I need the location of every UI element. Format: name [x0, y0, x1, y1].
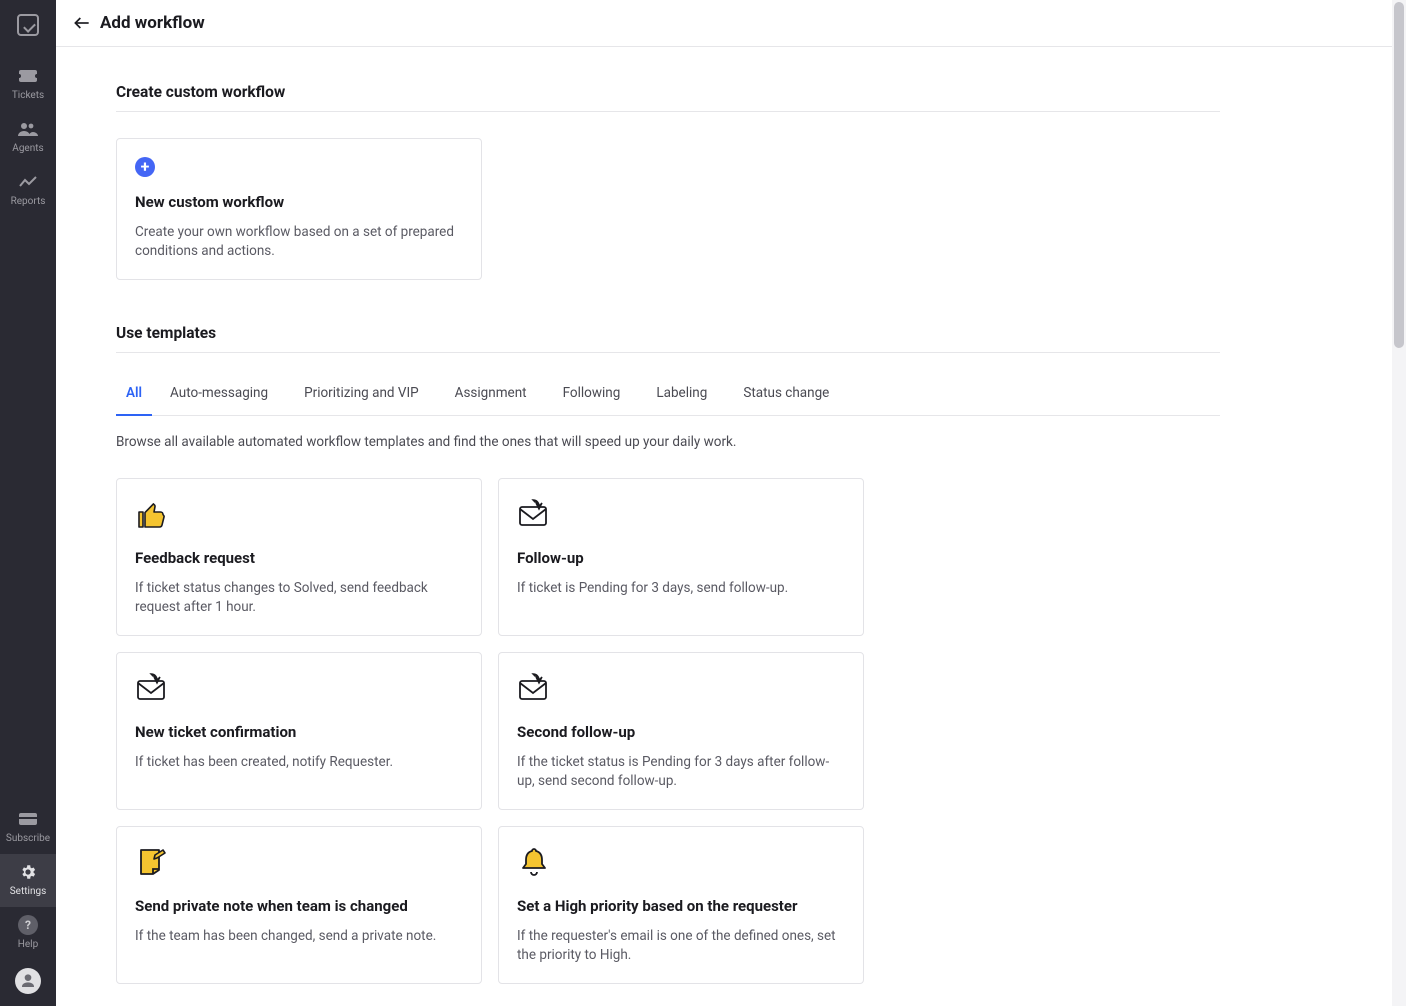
template-title: Set a High priority based on the request… — [517, 897, 845, 915]
user-avatar[interactable] — [15, 968, 41, 994]
sidebar-item-tickets[interactable]: Tickets — [0, 58, 56, 111]
help-icon: ? — [18, 915, 38, 935]
scrollbar-thumb[interactable] — [1394, 2, 1404, 348]
sidebar-item-label: Agents — [12, 143, 43, 154]
agents-icon — [18, 119, 38, 139]
tab-prioritizing[interactable]: Prioritizing and VIP — [286, 371, 437, 415]
sidebar-item-label: Subscribe — [6, 833, 50, 844]
page-header: Add workflow — [56, 0, 1406, 47]
template-description: If ticket status changes to Solved, send… — [135, 579, 463, 617]
reports-icon — [18, 172, 38, 192]
template-description: If the ticket status is Pending for 3 da… — [517, 753, 845, 791]
template-title: New ticket confirmation — [135, 723, 463, 741]
ticket-icon — [18, 66, 38, 86]
card-title: New custom workflow — [135, 193, 463, 211]
page-title: Add workflow — [100, 13, 205, 33]
note-icon — [135, 845, 169, 879]
scrollbar[interactable] — [1392, 0, 1406, 1006]
template-title: Feedback request — [135, 549, 463, 567]
new-custom-workflow-card[interactable]: + New custom workflow Create your own wo… — [116, 138, 482, 280]
subscribe-icon — [18, 809, 38, 829]
tab-labeling[interactable]: Labeling — [638, 371, 725, 415]
sidebar-item-label: Help — [18, 939, 38, 950]
bell-icon — [517, 845, 551, 879]
sidebar-item-help[interactable]: ? Help — [0, 907, 56, 960]
template-card-follow-up[interactable]: Follow-up If ticket is Pending for 3 day… — [498, 478, 864, 636]
template-card-feedback-request[interactable]: Feedback request If ticket status change… — [116, 478, 482, 636]
template-title: Follow-up — [517, 549, 845, 567]
sidebar-item-agents[interactable]: Agents — [0, 111, 56, 164]
back-button[interactable] — [68, 9, 96, 37]
gear-icon — [18, 862, 38, 882]
section-title-templates: Use templates — [116, 324, 1220, 353]
envelope-reply-icon — [517, 497, 551, 531]
templates-description: Browse all available automated workflow … — [116, 434, 1220, 450]
template-tabs: All Auto-messaging Prioritizing and VIP … — [116, 371, 1220, 416]
sidebar-item-settings[interactable]: Settings — [0, 854, 56, 907]
sidebar-item-label: Reports — [11, 196, 46, 207]
template-description: If the requester's email is one of the d… — [517, 927, 845, 965]
tab-assignment[interactable]: Assignment — [437, 371, 545, 415]
plus-icon: + — [135, 157, 463, 177]
section-title-custom-workflow: Create custom workflow — [116, 83, 1220, 112]
template-description: If ticket is Pending for 3 days, send fo… — [517, 579, 845, 598]
sidebar: Tickets Agents Reports Subscribe Setting… — [0, 0, 56, 1006]
main-content: Create custom workflow + New custom work… — [56, 47, 1392, 1006]
sidebar-item-label: Tickets — [12, 90, 44, 101]
tab-all[interactable]: All — [116, 371, 152, 415]
thumbs-up-icon — [135, 497, 169, 531]
template-grid: Feedback request If ticket status change… — [116, 478, 1220, 984]
envelope-reply-icon — [517, 671, 551, 705]
template-description: If ticket has been created, notify Reque… — [135, 753, 463, 772]
template-title: Second follow-up — [517, 723, 845, 741]
template-card-second-follow-up[interactable]: Second follow-up If the ticket status is… — [498, 652, 864, 810]
tab-status-change[interactable]: Status change — [725, 371, 847, 415]
tab-auto-messaging[interactable]: Auto-messaging — [152, 371, 286, 415]
template-description: If the team has been changed, send a pri… — [135, 927, 463, 946]
tab-following[interactable]: Following — [545, 371, 639, 415]
template-card-high-priority[interactable]: Set a High priority based on the request… — [498, 826, 864, 984]
template-card-private-note[interactable]: Send private note when team is changed I… — [116, 826, 482, 984]
app-logo-icon — [17, 14, 39, 36]
sidebar-item-label: Settings — [10, 886, 47, 897]
sidebar-item-reports[interactable]: Reports — [0, 164, 56, 217]
envelope-reply-icon — [135, 671, 169, 705]
template-card-new-ticket-confirmation[interactable]: New ticket confirmation If ticket has be… — [116, 652, 482, 810]
sidebar-item-subscribe[interactable]: Subscribe — [0, 801, 56, 854]
template-title: Send private note when team is changed — [135, 897, 463, 915]
card-description: Create your own workflow based on a set … — [135, 223, 463, 261]
